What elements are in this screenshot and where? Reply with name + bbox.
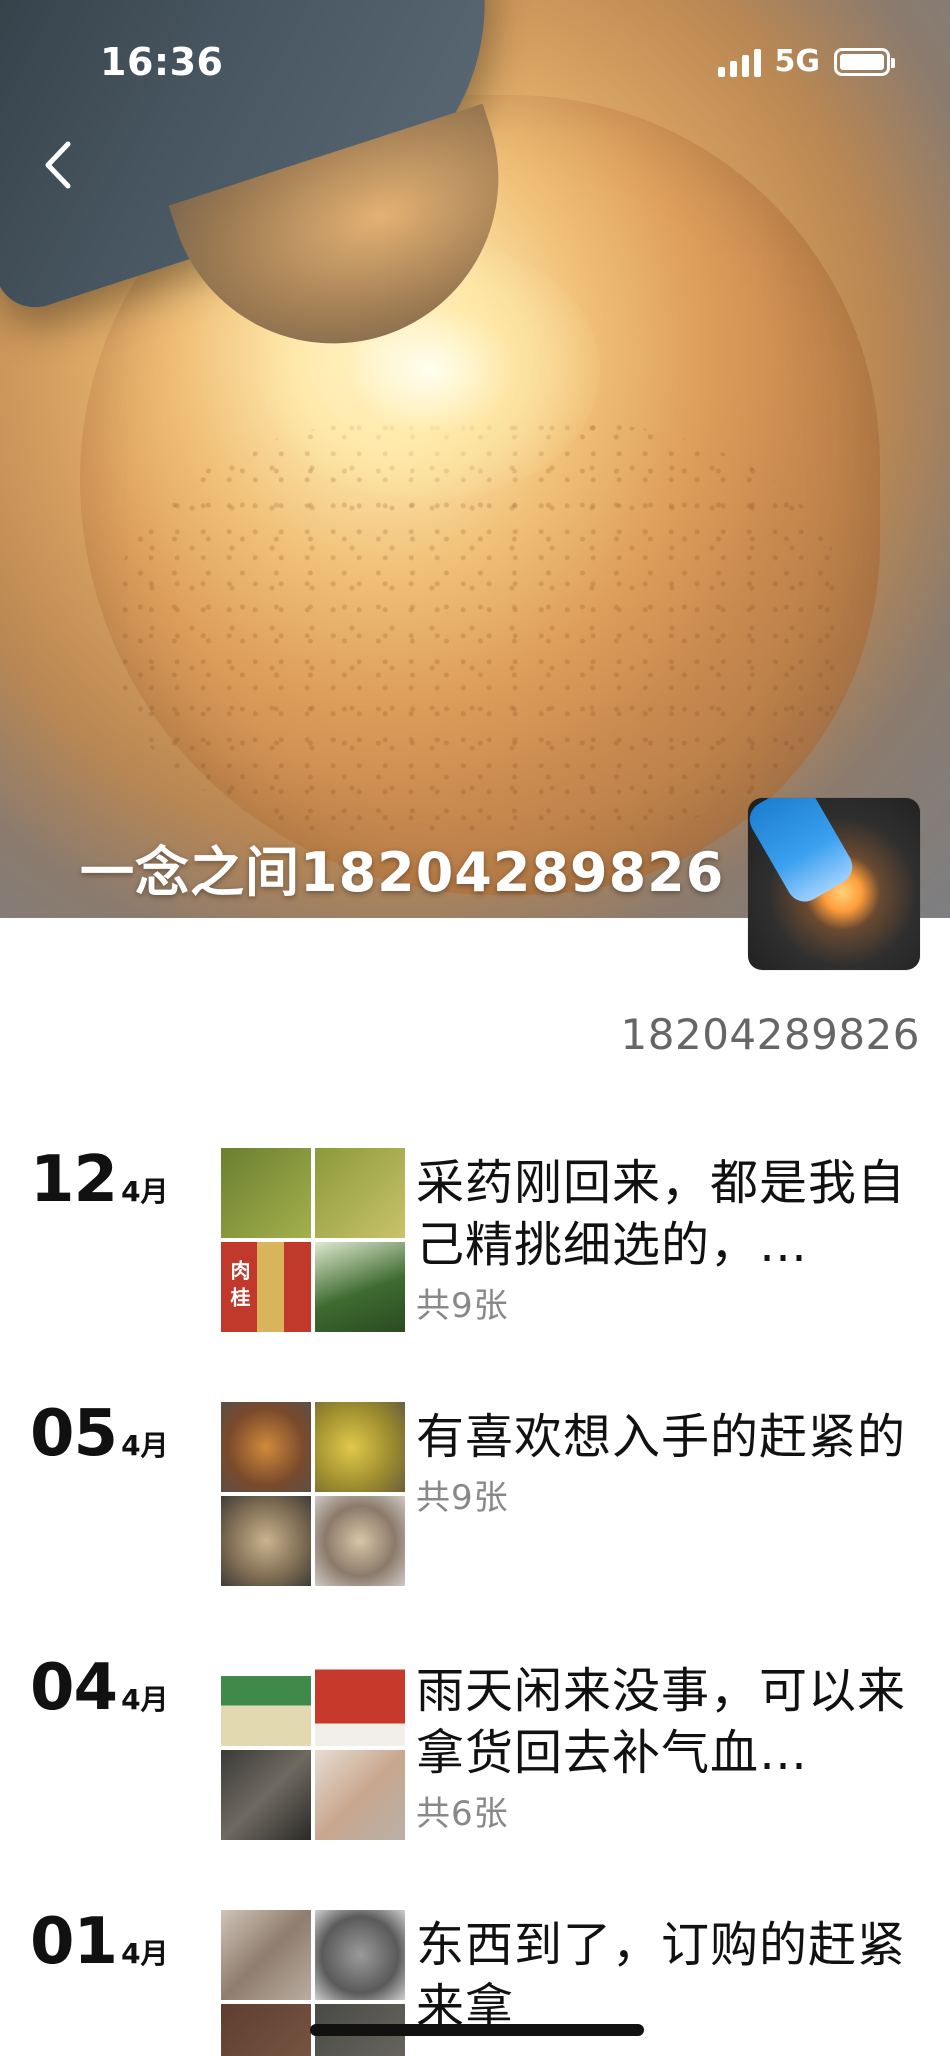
ginseng-photo <box>221 1910 311 2000</box>
feed-post[interactable]: 04 4月 雨天闲来没事，可以来拿货回去补气血… 共6张 <box>0 1656 950 1856</box>
post-month: 4月 <box>121 1937 169 1970</box>
ginseng-bag-photo <box>315 1750 405 1840</box>
post-month: 4月 <box>121 1429 169 1462</box>
signal-icon <box>717 47 761 77</box>
post-content: 有喜欢想入手的赶紧的 共9张 <box>416 1406 916 1519</box>
herb-vines-photo <box>315 1148 405 1238</box>
feed-post[interactable]: 05 4月 有喜欢想入手的赶紧的 共9张 <box>0 1402 950 1602</box>
avatar-torch-graphic <box>748 798 859 909</box>
cover-image[interactable] <box>0 0 950 918</box>
post-content: 采药刚回来，都是我自己精挑细选的，… 共9张 <box>416 1152 916 1327</box>
chevron-left-icon <box>45 141 71 189</box>
post-text: 雨天闲来没事，可以来拿货回去补气血… <box>416 1663 907 1781</box>
stone-photo-5 <box>315 1910 405 2000</box>
red-package-photo <box>315 1656 405 1746</box>
stone-photo-1 <box>221 1402 311 1492</box>
seedling-photo <box>315 1242 405 1332</box>
tea-package-photo <box>221 1656 311 1746</box>
post-month: 4月 <box>121 1175 169 1208</box>
grain-photo <box>221 2004 311 2056</box>
post-day: 12 <box>30 1143 118 1217</box>
network-type: 5G <box>774 44 821 79</box>
post-thumbnail-grid[interactable] <box>221 1402 405 1586</box>
stone-photo-2 <box>315 1402 405 1492</box>
post-content: 雨天闲来没事，可以来拿货回去补气血… 共6张 <box>416 1660 916 1835</box>
cinnamon-label: 肉 桂 <box>227 1260 251 1307</box>
back-button[interactable] <box>38 140 78 190</box>
post-text: 采药刚回来，都是我自己精挑细选的，… <box>416 1155 907 1273</box>
post-image-count: 共9张 <box>416 1286 509 1326</box>
dried-herb-bag-photo <box>221 1750 311 1840</box>
post-day: 04 <box>30 1651 118 1725</box>
post-image-count: 共9张 <box>416 1478 509 1518</box>
feed-post[interactable]: 12 4月 肉 桂 采药刚回来，都是我自己精挑细选的，… 共9张 <box>0 1148 950 1348</box>
stone-photo-3 <box>221 1496 311 1586</box>
post-day: 01 <box>30 1910 118 1979</box>
status-time: 16:36 <box>100 40 224 84</box>
post-date: 12 4月 <box>30 1148 169 1212</box>
battery-icon <box>834 47 895 76</box>
cinnamon-bag-photo: 肉 桂 <box>221 1242 311 1332</box>
profile-signature: 18204289826 <box>620 1010 920 1059</box>
post-content: 东西到了，订购的赶紧来拿 <box>416 1914 916 2040</box>
post-date: 05 4月 <box>30 1402 169 1466</box>
avatar[interactable] <box>748 798 920 970</box>
post-date: 04 4月 <box>30 1656 169 1720</box>
post-date: 01 4月 <box>30 1910 169 1974</box>
post-text: 有喜欢想入手的赶紧的 <box>416 1409 907 1465</box>
herb-field-photo <box>221 1148 311 1238</box>
stone-photo-4 <box>315 1496 405 1586</box>
status-icons: 5G <box>717 44 895 79</box>
post-thumbnail-grid[interactable] <box>221 1656 405 1840</box>
home-indicator[interactable] <box>310 2024 644 2036</box>
post-text: 东西到了，订购的赶紧来拿 <box>416 1917 907 2035</box>
post-thumbnail-grid[interactable]: 肉 桂 <box>221 1148 405 1332</box>
post-day: 05 <box>30 1397 118 1471</box>
status-bar: 16:36 5G <box>0 0 950 110</box>
profile-nickname: 一念之间18204289826 <box>80 841 725 904</box>
post-image-count: 共6张 <box>416 1794 509 1834</box>
post-month: 4月 <box>121 1683 169 1716</box>
